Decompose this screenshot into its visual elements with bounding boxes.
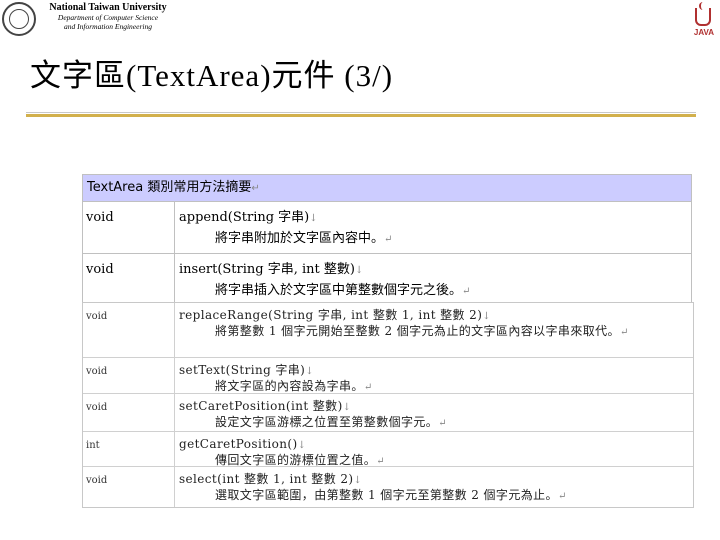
slide-title: 文字區(TextArea)元件 (3/) bbox=[30, 58, 394, 93]
method-signature: append(String 字串)↓ bbox=[179, 210, 318, 225]
department-line-1: Department of Computer Science bbox=[57, 13, 159, 22]
return-type: void bbox=[83, 254, 175, 302]
table-row: void append(String 字串)↓ 將字串附加於文字區內容中。↵ bbox=[83, 202, 691, 254]
return-type: void bbox=[83, 358, 175, 393]
method-signature: insert(String 字串, int 整數)↓ bbox=[179, 262, 364, 277]
return-type: int bbox=[83, 432, 175, 466]
table-row: void select(int 整數 1, int 整數 2)↓ 選取文字區範圍… bbox=[83, 467, 693, 507]
method-description: 將字串插入於文字區中第整數個字元之後。↵ bbox=[215, 283, 471, 298]
title-divider-thin bbox=[26, 112, 696, 113]
method-description: 將第整數 1 個字元開始至整數 2 個字元為止的文字區內容以字串來取代。↵ bbox=[215, 324, 629, 338]
return-type: void bbox=[83, 394, 175, 431]
method-signature: replaceRange(String 字串, int 整數 1, int 整數… bbox=[179, 308, 492, 322]
method-signature: getCaretPosition()↓ bbox=[179, 437, 307, 451]
return-type: void bbox=[83, 303, 175, 357]
method-description: 設定文字區游標之位置至第整數個字元。↵ bbox=[215, 415, 447, 429]
return-type: void bbox=[83, 202, 175, 253]
method-summary-table-top: TextArea 類別常用方法摘要↵ void append(String 字串… bbox=[82, 174, 692, 303]
method-summary-table-bottom: void replaceRange(String 字串, int 整數 1, i… bbox=[82, 302, 694, 508]
university-header: National Taiwan University Department of… bbox=[42, 2, 174, 31]
method-description: 選取文字區範圍，由第整數 1 個字元至第整數 2 個字元為止。↵ bbox=[215, 488, 567, 502]
java-logo-text: JAVA bbox=[693, 28, 715, 37]
method-signature: select(int 整數 1, int 整數 2)↓ bbox=[179, 472, 363, 486]
method-description: 將文字區的內容設為字串。↵ bbox=[215, 379, 373, 393]
table-row: void setText(String 字串)↓ 將文字區的內容設為字串。↵ bbox=[83, 358, 693, 394]
table-row: void replaceRange(String 字串, int 整數 1, i… bbox=[83, 303, 693, 358]
table-header: TextArea 類別常用方法摘要↵ bbox=[83, 175, 691, 202]
method-signature: setText(String 字串)↓ bbox=[179, 363, 315, 377]
department-line-2: and Information Engineering bbox=[64, 22, 152, 31]
table-row: void setCaretPosition(int 整數)↓ 設定文字區游標之位… bbox=[83, 394, 693, 432]
table-row: void insert(String 字串, int 整數)↓ 將字串插入於文字… bbox=[83, 254, 691, 302]
title-divider-gold bbox=[26, 114, 696, 117]
method-signature: setCaretPosition(int 整數)↓ bbox=[179, 399, 352, 413]
method-description: 將字串附加於文字區內容中。↵ bbox=[215, 231, 393, 246]
table-row: int getCaretPosition()↓ 傳回文字區的游標位置之值。↵ bbox=[83, 432, 693, 467]
return-type: void bbox=[83, 467, 175, 507]
university-name: National Taiwan University bbox=[49, 2, 167, 13]
java-logo-icon: JAVA bbox=[692, 2, 716, 40]
university-seal-logo bbox=[2, 2, 36, 36]
